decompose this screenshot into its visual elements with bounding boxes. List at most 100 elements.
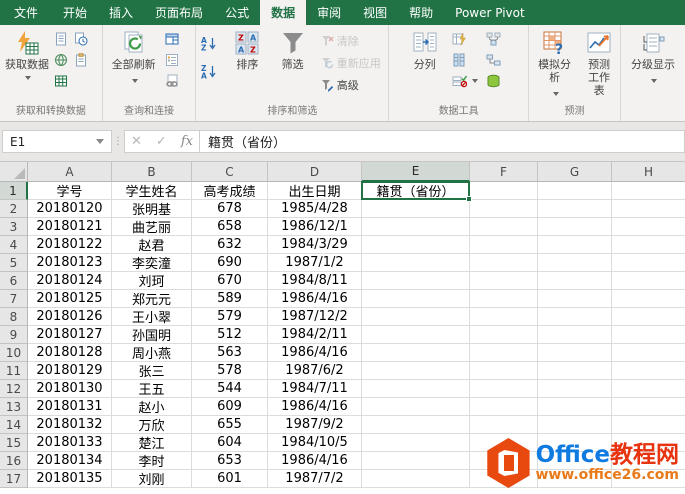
column-header-a[interactable]: A	[28, 162, 112, 182]
row-header[interactable]: 3	[0, 218, 28, 236]
from-text-csv-button[interactable]	[52, 30, 72, 48]
cell-student-name[interactable]: 王五	[112, 380, 192, 398]
forecast-sheet-button[interactable]: 预测 工作表	[580, 28, 618, 96]
column-header-d[interactable]: D	[268, 162, 362, 182]
cell-student-id[interactable]: 20180128	[28, 344, 112, 362]
from-web-button[interactable]	[52, 51, 72, 69]
reapply-filter-button[interactable]: 重新应用	[318, 54, 387, 72]
cell-empty-f[interactable]	[470, 344, 538, 362]
cell-score[interactable]: 604	[192, 434, 268, 452]
row-header[interactable]: 15	[0, 434, 28, 452]
cell-student-id[interactable]: 20180133	[28, 434, 112, 452]
cell-dob[interactable]: 1986/4/16	[268, 344, 362, 362]
enter-icon[interactable]: ✓	[156, 134, 167, 149]
cell-empty-h[interactable]	[612, 236, 685, 254]
name-box[interactable]: E1	[2, 130, 112, 153]
tab-page-layout[interactable]: 页面布局	[144, 0, 214, 25]
cell-empty-e[interactable]	[362, 452, 470, 470]
cell-empty-h[interactable]	[612, 362, 685, 380]
cell-empty-e[interactable]	[362, 380, 470, 398]
cell-student-id[interactable]: 20180124	[28, 272, 112, 290]
cell-student-name[interactable]: 曲艺丽	[112, 218, 192, 236]
cell-empty-h[interactable]	[612, 308, 685, 326]
cell-dob[interactable]: 1987/1/2	[268, 254, 362, 272]
cell-student-id[interactable]: 20180135	[28, 470, 112, 488]
advanced-filter-button[interactable]: 高级	[318, 76, 387, 94]
cell-empty-f[interactable]	[470, 218, 538, 236]
cell-empty-h[interactable]	[612, 290, 685, 308]
cell-empty-h[interactable]	[612, 452, 685, 470]
row-header-1[interactable]: 1	[0, 182, 28, 200]
cell-empty-f[interactable]	[470, 470, 538, 488]
cell-empty-e[interactable]	[362, 236, 470, 254]
cell-score[interactable]: 670	[192, 272, 268, 290]
cell-score[interactable]: 653	[192, 452, 268, 470]
cell-empty-f[interactable]	[470, 452, 538, 470]
cell-empty-g[interactable]	[538, 200, 612, 218]
what-if-dropdown[interactable]	[551, 84, 559, 103]
cell-empty-g[interactable]	[538, 434, 612, 452]
get-data-button[interactable]: 获取数据	[2, 28, 52, 96]
tab-insert[interactable]: 插入	[98, 0, 144, 25]
cell-empty-f[interactable]	[470, 236, 538, 254]
cancel-icon[interactable]: ✕	[131, 134, 142, 149]
tab-view[interactable]: 视图	[352, 0, 398, 25]
cell-dob[interactable]: 1986/4/16	[268, 398, 362, 416]
cell-empty-f[interactable]	[470, 326, 538, 344]
cell-score[interactable]: 658	[192, 218, 268, 236]
tab-data[interactable]: 数据	[260, 0, 306, 25]
row-header[interactable]: 17	[0, 470, 28, 488]
tab-help[interactable]: 帮助	[398, 0, 444, 25]
cell-student-name[interactable]: 赵君	[112, 236, 192, 254]
row-header[interactable]: 6	[0, 272, 28, 290]
formula-bar-splitter[interactable]: ⋮	[112, 136, 124, 147]
queries-connections-button[interactable]	[163, 30, 185, 48]
cell-student-name[interactable]: 李奕潼	[112, 254, 192, 272]
tab-review[interactable]: 审阅	[306, 0, 352, 25]
cell-b1[interactable]: 学生姓名	[112, 182, 192, 200]
cell-student-name[interactable]: 李时	[112, 452, 192, 470]
clear-filter-button[interactable]: 清除	[318, 32, 387, 50]
cell-empty-e[interactable]	[362, 272, 470, 290]
formula-input[interactable]: 籍贯（省份）	[200, 130, 685, 153]
cell-score[interactable]: 544	[192, 380, 268, 398]
cell-student-name[interactable]: 刘珂	[112, 272, 192, 290]
cell-empty-f[interactable]	[470, 254, 538, 272]
sort-descending-button[interactable]: Z A	[198, 62, 223, 80]
column-header-e[interactable]: E	[362, 162, 470, 182]
cell-student-id[interactable]: 20180132	[28, 416, 112, 434]
cell-student-name[interactable]: 张三	[112, 362, 192, 380]
cell-student-id[interactable]: 20180127	[28, 326, 112, 344]
cell-f1[interactable]	[470, 182, 538, 200]
filter-button[interactable]: 筛选	[272, 28, 314, 96]
cell-empty-h[interactable]	[612, 398, 685, 416]
cell-empty-e[interactable]	[362, 290, 470, 308]
cell-score[interactable]: 589	[192, 290, 268, 308]
cell-dob[interactable]: 1987/6/2	[268, 362, 362, 380]
cell-student-id[interactable]: 20180125	[28, 290, 112, 308]
column-header-c[interactable]: C	[192, 162, 268, 182]
cell-dob[interactable]: 1985/4/28	[268, 200, 362, 218]
cell-student-name[interactable]: 周小燕	[112, 344, 192, 362]
sort-button[interactable]: Z A A Z 排序	[227, 28, 267, 96]
cell-empty-f[interactable]	[470, 416, 538, 434]
cell-empty-h[interactable]	[612, 380, 685, 398]
cell-empty-f[interactable]	[470, 200, 538, 218]
cell-empty-g[interactable]	[538, 380, 612, 398]
data-validation-button[interactable]	[450, 72, 480, 90]
cell-empty-e[interactable]	[362, 362, 470, 380]
cell-empty-h[interactable]	[612, 326, 685, 344]
cell-empty-e[interactable]	[362, 398, 470, 416]
cell-empty-e[interactable]	[362, 344, 470, 362]
row-header[interactable]: 5	[0, 254, 28, 272]
outline-dropdown[interactable]	[649, 71, 657, 90]
cell-score[interactable]: 690	[192, 254, 268, 272]
cell-student-id[interactable]: 20180121	[28, 218, 112, 236]
row-header[interactable]: 4	[0, 236, 28, 254]
cell-student-id[interactable]: 20180123	[28, 254, 112, 272]
cell-score[interactable]: 579	[192, 308, 268, 326]
cell-empty-e[interactable]	[362, 416, 470, 434]
cell-empty-h[interactable]	[612, 272, 685, 290]
cell-empty-g[interactable]	[538, 470, 612, 488]
cell-empty-h[interactable]	[612, 254, 685, 272]
